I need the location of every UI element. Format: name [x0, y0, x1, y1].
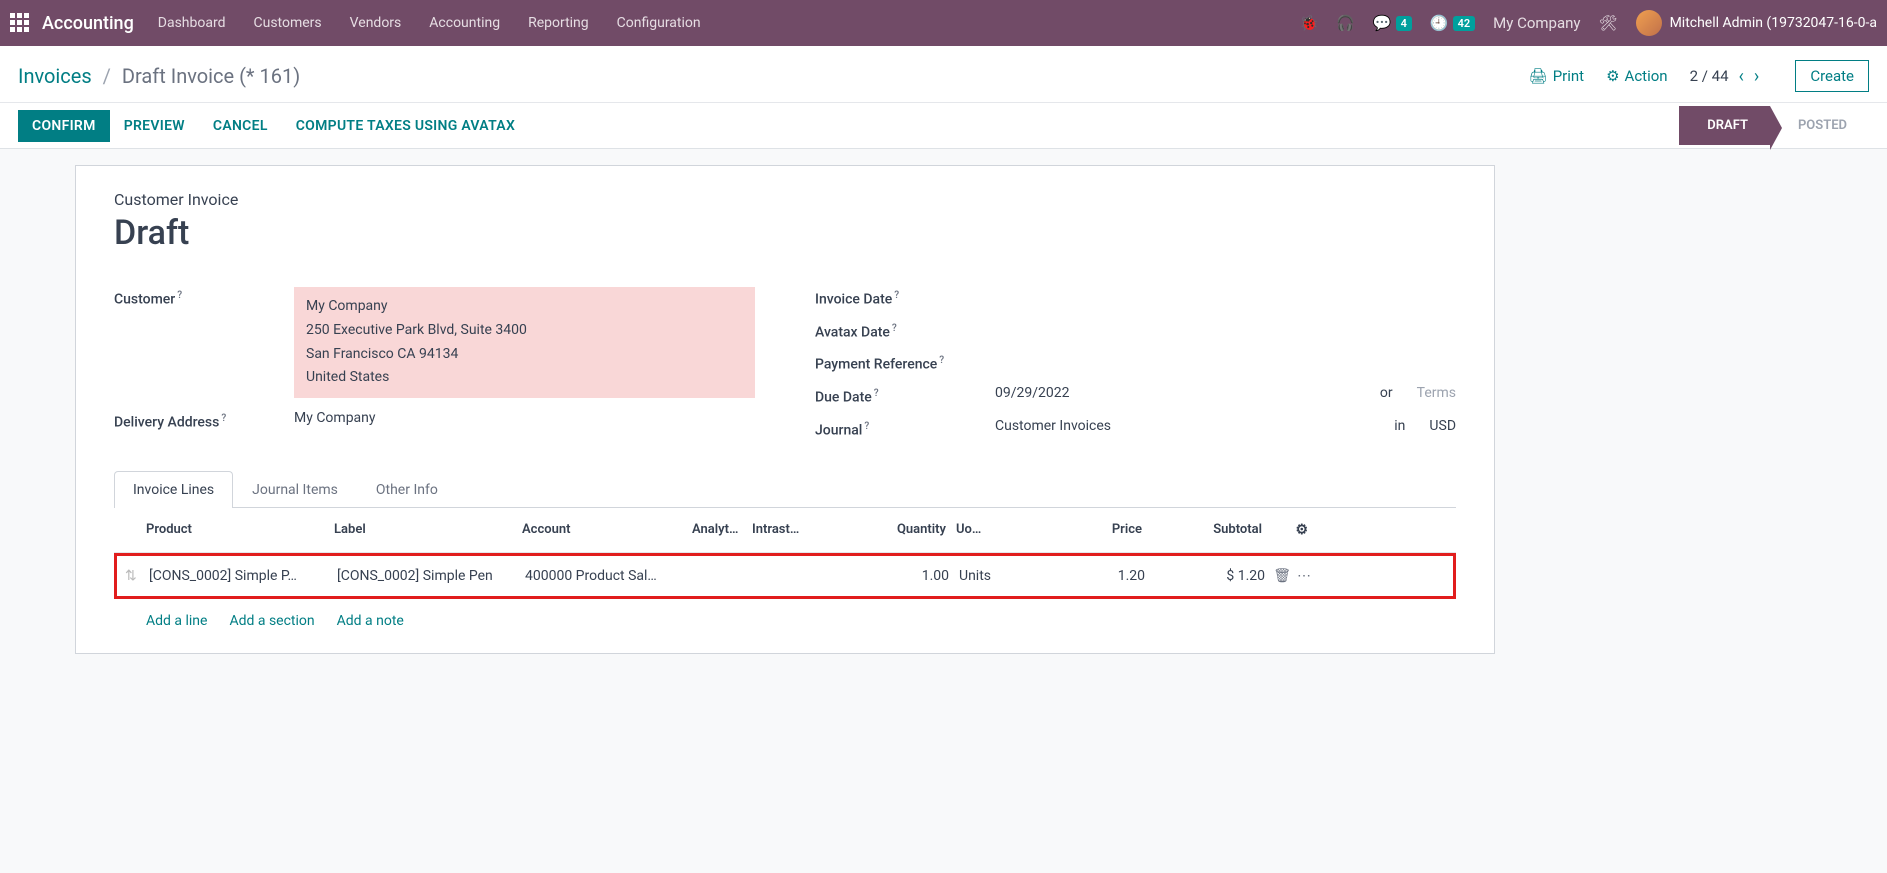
delivery-field[interactable]: My Company	[294, 410, 755, 426]
pager-next[interactable]: ›	[1754, 66, 1759, 87]
create-button[interactable]: Create	[1795, 60, 1869, 92]
cell-price[interactable]: 1.20	[1025, 568, 1145, 584]
customer-name: My Company	[306, 295, 743, 319]
avatax-date-label: Avatax Date?	[815, 320, 995, 341]
app-brand[interactable]: Accounting	[42, 13, 134, 34]
status-arrows: DRAFT POSTED	[1679, 106, 1869, 145]
journal-label: Journal?	[815, 418, 995, 439]
preview-button[interactable]: PREVIEW	[110, 110, 199, 142]
top-navbar: Accounting Dashboard Customers Vendors A…	[0, 0, 1887, 46]
gear-icon: ⚙	[1606, 67, 1619, 85]
payment-ref-label: Payment Reference?	[815, 352, 995, 373]
status-row: CONFIRM PREVIEW CANCEL COMPUTE TAXES USI…	[0, 103, 1887, 149]
support-icon[interactable]: 🎧	[1336, 14, 1355, 32]
cell-product[interactable]: [CONS_0002] Simple P…	[149, 568, 337, 584]
invoice-lines-table: Product Label Account Analyt… Intrast… Q…	[114, 508, 1456, 643]
table-header: Product Label Account Analyt… Intrast… Q…	[114, 508, 1456, 553]
compute-taxes-button[interactable]: COMPUTE TAXES USING AVATAX	[282, 110, 529, 142]
avatar	[1636, 10, 1662, 36]
col-product[interactable]: Product	[146, 522, 334, 538]
messages-icon[interactable]: 💬4	[1373, 14, 1412, 32]
table-row[interactable]: ⇅ [CONS_0002] Simple P… [CONS_0002] Simp…	[114, 553, 1456, 599]
tabs: Invoice Lines Journal Items Other Info	[114, 470, 1456, 508]
pager: 2 / 44 ‹ ›	[1690, 66, 1760, 87]
invoice-date-label: Invoice Date?	[815, 287, 995, 308]
main-menu: Dashboard Customers Vendors Accounting R…	[158, 15, 701, 31]
confirm-button[interactable]: CONFIRM	[18, 110, 110, 142]
col-intrastat[interactable]: Intrast…	[752, 522, 872, 538]
journal-field[interactable]: Customer Invoices	[995, 418, 1111, 434]
pager-value[interactable]: 2 / 44	[1690, 67, 1729, 85]
menu-reporting[interactable]: Reporting	[528, 15, 589, 31]
col-label[interactable]: Label	[334, 522, 522, 538]
doc-title: Draft	[114, 213, 1456, 253]
user-menu[interactable]: Mitchell Admin (19732047-16-0-a	[1636, 10, 1877, 36]
or-text: or	[1380, 385, 1393, 401]
customer-street: 250 Executive Park Blvd, Suite 3400	[306, 319, 743, 343]
customer-city: San Francisco CA 94134	[306, 343, 743, 367]
activities-badge: 42	[1453, 16, 1476, 31]
pager-prev[interactable]: ‹	[1739, 66, 1744, 87]
delivery-label: Delivery Address?	[114, 410, 294, 431]
cell-subtotal: $ 1.20	[1145, 568, 1265, 584]
cancel-button[interactable]: CANCEL	[199, 110, 282, 142]
customer-country: United States	[306, 366, 743, 390]
cell-uom[interactable]: Units	[955, 568, 1025, 584]
menu-customers[interactable]: Customers	[254, 15, 322, 31]
terms-field[interactable]: Terms	[1417, 385, 1456, 401]
company-switcher[interactable]: My Company	[1493, 14, 1580, 32]
due-date-field[interactable]: 09/29/2022	[995, 385, 1070, 401]
columns-settings-icon[interactable]: ⚙	[1295, 522, 1308, 538]
print-icon: 🖨	[1529, 67, 1548, 85]
drag-handle-icon[interactable]: ⇅	[125, 568, 149, 584]
customer-label: Customer?	[114, 287, 294, 308]
row-more-icon[interactable]: ⋯	[1297, 568, 1311, 584]
tab-journal-items[interactable]: Journal Items	[233, 471, 357, 508]
customer-field[interactable]: My Company 250 Executive Park Blvd, Suit…	[294, 287, 755, 398]
cell-account[interactable]: 400000 Product Sal…	[525, 568, 695, 584]
menu-accounting[interactable]: Accounting	[429, 15, 500, 31]
col-uom[interactable]: Uo…	[952, 522, 1022, 538]
col-price[interactable]: Price	[1022, 522, 1142, 538]
breadcrumb-root[interactable]: Invoices	[18, 64, 92, 88]
apps-icon[interactable]	[10, 13, 30, 33]
add-section-link[interactable]: Add a section	[229, 613, 314, 629]
cell-label[interactable]: [CONS_0002] Simple Pen	[337, 568, 525, 584]
doc-type-label: Customer Invoice	[114, 190, 1456, 209]
menu-dashboard[interactable]: Dashboard	[158, 15, 226, 31]
tools-icon[interactable]: 🛠	[1599, 14, 1618, 32]
delete-row-icon[interactable]: 🗑	[1273, 568, 1291, 584]
control-bar: Invoices / Draft Invoice (* 161) 🖨Print …	[0, 46, 1887, 103]
status-posted[interactable]: POSTED	[1770, 106, 1869, 145]
menu-vendors[interactable]: Vendors	[350, 15, 402, 31]
col-account[interactable]: Account	[522, 522, 692, 538]
add-links: Add a line Add a section Add a note	[114, 599, 1456, 643]
col-quantity[interactable]: Quantity	[872, 522, 952, 538]
cell-quantity[interactable]: 1.00	[875, 568, 955, 584]
tab-other-info[interactable]: Other Info	[357, 471, 457, 508]
action-button[interactable]: ⚙Action	[1606, 67, 1667, 85]
messages-badge: 4	[1396, 16, 1412, 31]
activities-icon[interactable]: 🕘42	[1430, 14, 1475, 32]
user-name: Mitchell Admin (19732047-16-0-a	[1670, 15, 1877, 31]
print-button[interactable]: 🖨Print	[1529, 67, 1584, 85]
tab-invoice-lines[interactable]: Invoice Lines	[114, 471, 233, 508]
add-line-link[interactable]: Add a line	[146, 613, 207, 629]
due-date-label: Due Date?	[815, 385, 995, 406]
systray: 🐞 🎧 💬4 🕘42 My Company 🛠 Mitchell Admin (…	[1300, 10, 1877, 36]
col-subtotal[interactable]: Subtotal	[1142, 522, 1262, 538]
add-note-link[interactable]: Add a note	[337, 613, 404, 629]
form-sheet: Customer Invoice Draft Customer? My Comp…	[75, 165, 1495, 654]
in-text: in	[1394, 418, 1405, 434]
currency-field[interactable]: USD	[1429, 418, 1456, 434]
control-actions: 🖨Print ⚙Action 2 / 44 ‹ › Create	[1529, 60, 1869, 92]
col-analytic[interactable]: Analyt…	[692, 522, 752, 538]
breadcrumb-current: Draft Invoice (* 161)	[122, 64, 300, 88]
menu-configuration[interactable]: Configuration	[617, 15, 701, 31]
status-draft[interactable]: DRAFT	[1679, 106, 1770, 145]
breadcrumb: Invoices / Draft Invoice (* 161)	[18, 64, 300, 88]
debug-icon[interactable]: 🐞	[1300, 14, 1319, 32]
